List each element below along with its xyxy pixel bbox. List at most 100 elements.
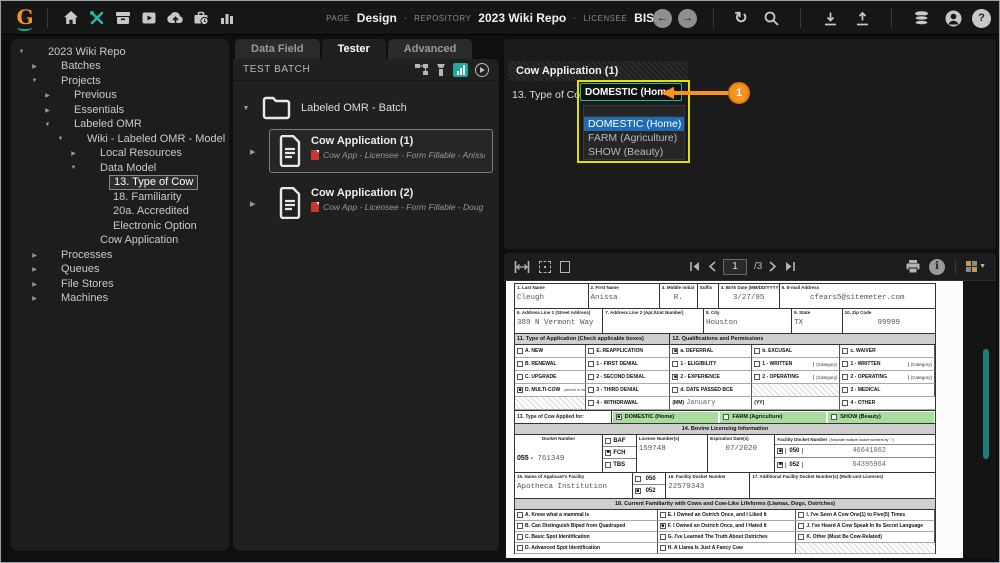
form-checkbox[interactable]: [842, 387, 848, 393]
dropdown-option[interactable]: FARM (Agriculture): [584, 131, 684, 145]
form-checkbox[interactable]: [798, 512, 804, 518]
repository-value[interactable]: 2023 Wiki Repo: [478, 11, 566, 25]
expander-icon[interactable]: ▼: [42, 122, 53, 128]
form-checkbox[interactable]: [588, 387, 594, 393]
tree-item[interactable]: ▼ Wiki - Labeled OMR - Model: [11, 132, 229, 147]
form-checkbox[interactable]: [517, 512, 523, 518]
expander-icon[interactable]: ▶: [29, 63, 40, 70]
database-icon[interactable]: [908, 5, 934, 31]
media-icon[interactable]: [136, 5, 162, 31]
run-test-button[interactable]: [475, 63, 489, 77]
select-region-icon[interactable]: [539, 261, 551, 273]
expander-icon[interactable]: ▶: [68, 150, 79, 157]
tree-item[interactable]: ▶ File Stores: [11, 277, 229, 292]
form-checkbox[interactable]: [672, 361, 678, 367]
viewer-scrollbar[interactable]: [983, 349, 989, 459]
form-checkbox[interactable]: [517, 374, 523, 380]
form-checkbox[interactable]: ■: [777, 462, 783, 468]
form-checkbox[interactable]: ■: [635, 488, 641, 494]
dropdown-empty-row[interactable]: [584, 106, 684, 117]
tree-item[interactable]: ▶ Previous: [11, 89, 229, 104]
stats-icon[interactable]: [214, 5, 240, 31]
upload-icon[interactable]: [849, 5, 875, 31]
form-checkbox[interactable]: [588, 400, 594, 406]
dropdown-option[interactable]: SHOW (Beauty): [584, 145, 684, 159]
tree-item[interactable]: 18. Familiarity: [11, 190, 229, 205]
form-checkbox[interactable]: [672, 387, 678, 393]
stats-toggle-button[interactable]: [453, 63, 468, 77]
form-checkbox[interactable]: ■: [517, 387, 523, 393]
last-page-button[interactable]: [784, 261, 796, 272]
form-checkbox[interactable]: [660, 512, 666, 518]
expander-icon[interactable]: ▶: [42, 107, 53, 114]
form-checkbox[interactable]: [660, 534, 666, 540]
expander-icon[interactable]: ▼: [16, 49, 27, 55]
tree-item[interactable]: ▼ Labeled OMR: [11, 118, 229, 133]
expander-icon[interactable]: ▶: [250, 148, 255, 156]
form-checkbox[interactable]: [798, 534, 804, 540]
form-checkbox[interactable]: [588, 348, 594, 354]
expander-icon[interactable]: ▶: [42, 92, 53, 99]
help-icon[interactable]: ?: [972, 9, 991, 28]
refresh-icon[interactable]: ↻: [730, 8, 752, 28]
form-checkbox[interactable]: [517, 534, 523, 540]
tree-item[interactable]: ▼ 2023 Wiki Repo: [11, 45, 229, 60]
form-checkbox[interactable]: [517, 545, 523, 551]
batch-folder-row[interactable]: ▼ Labeled OMR - Batch: [239, 95, 499, 121]
download-icon[interactable]: [817, 5, 843, 31]
batch-item[interactable]: ▶ Cow Application (1) Cow App - Licensee…: [269, 129, 493, 173]
form-checkbox[interactable]: [842, 400, 848, 406]
user-icon[interactable]: [940, 5, 966, 31]
hierarchy-icon[interactable]: [414, 63, 429, 77]
prev-page-button[interactable]: [708, 261, 716, 272]
form-checkbox[interactable]: [754, 374, 760, 380]
info-icon[interactable]: i: [929, 259, 945, 275]
forward-icon[interactable]: →: [678, 9, 697, 28]
next-page-button[interactable]: [769, 261, 777, 272]
tree-item[interactable]: ▶ Processes: [11, 248, 229, 263]
batch-item[interactable]: ▶ Cow Application (2) Cow App - Licensee…: [269, 181, 493, 225]
batches-icon[interactable]: [110, 5, 136, 31]
page-number-input[interactable]: [723, 259, 747, 275]
tree-item[interactable]: Cow Application: [11, 234, 229, 249]
form-checkbox[interactable]: [798, 523, 804, 529]
form-checkbox[interactable]: [517, 361, 523, 367]
form-checkbox[interactable]: [517, 523, 523, 529]
form-checkbox[interactable]: [754, 361, 760, 367]
tree-item[interactable]: ▶ Essentials: [11, 103, 229, 118]
expander-icon[interactable]: ▶: [250, 200, 255, 208]
form-checkbox[interactable]: ■: [660, 523, 666, 529]
layout-grid-icon[interactable]: ▼: [966, 261, 986, 272]
tab[interactable]: Advanced: [388, 39, 473, 59]
form-checkbox[interactable]: ■: [616, 414, 622, 420]
expander-icon[interactable]: ▼: [55, 136, 66, 142]
search-icon[interactable]: [758, 5, 784, 31]
expander-icon[interactable]: ▶: [29, 281, 40, 288]
first-page-button[interactable]: [689, 261, 701, 272]
page-value[interactable]: Design: [357, 11, 397, 25]
expander-icon[interactable]: ▼: [239, 105, 253, 112]
form-checkbox[interactable]: [831, 414, 837, 420]
form-checkbox[interactable]: [723, 414, 729, 420]
form-checkbox[interactable]: [842, 348, 848, 354]
document-page[interactable]: 1. Last Name Cleugh 2. First Name Anissa…: [506, 281, 963, 558]
print-icon[interactable]: [905, 259, 921, 274]
tree-item[interactable]: ▼ Data Model: [11, 161, 229, 176]
form-checkbox[interactable]: ■: [777, 448, 783, 454]
expander-icon[interactable]: ▶: [29, 252, 40, 259]
tree-item[interactable]: 13. Type of Cow: [11, 176, 229, 191]
tree-item[interactable]: ▶ Batches: [11, 60, 229, 75]
tree-item[interactable]: ▶ Machines: [11, 292, 229, 307]
expander-icon[interactable]: ▼: [68, 165, 79, 171]
tree-item[interactable]: ▶ Local Resources: [11, 147, 229, 162]
expander-icon[interactable]: ▶: [29, 295, 40, 302]
form-checkbox[interactable]: ■: [672, 348, 678, 354]
form-checkbox[interactable]: ■: [605, 450, 611, 456]
tab[interactable]: Data Field: [235, 39, 320, 59]
fit-width-icon[interactable]: [514, 260, 530, 274]
form-checkbox[interactable]: [605, 438, 611, 444]
form-checkbox[interactable]: [588, 361, 594, 367]
back-icon[interactable]: ←: [653, 9, 672, 28]
tree-item[interactable]: Electronic Option: [11, 219, 229, 234]
expander-icon[interactable]: ▶: [29, 266, 40, 273]
